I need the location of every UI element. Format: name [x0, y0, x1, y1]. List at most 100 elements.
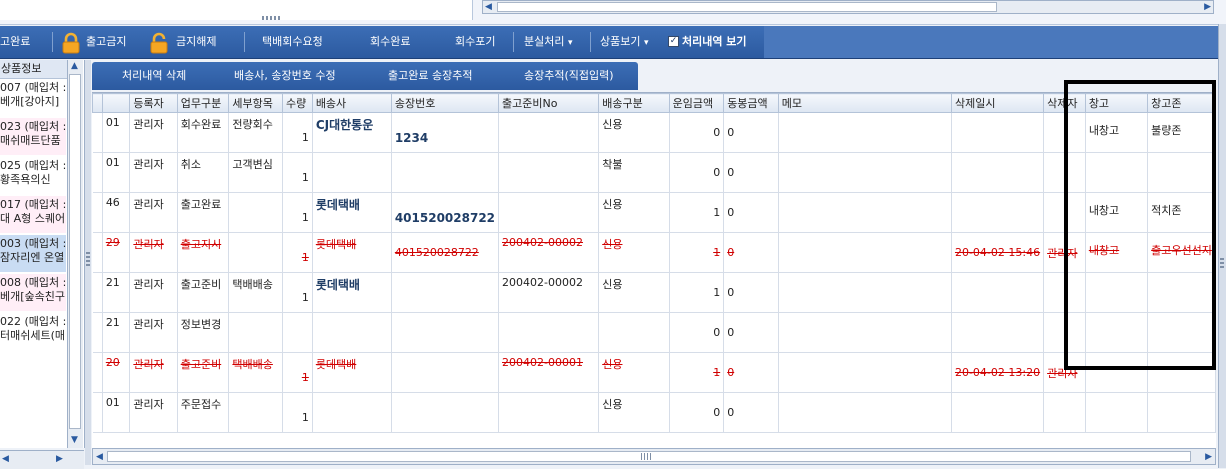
courier-return-request-button[interactable]: 택배회수요청 [262, 26, 323, 58]
row-selector[interactable] [92, 312, 103, 353]
column-header[interactable]: 삭제일시 [950, 93, 1045, 113]
table-cell[interactable] [498, 112, 600, 153]
table-cell[interactable]: 1 [281, 272, 313, 313]
column-header[interactable]: 세부항목 [228, 93, 283, 113]
column-header[interactable]: 배송사 [311, 93, 392, 113]
product-list-item[interactable]: 023 (매입처 : 매쉬매트단품 [0, 118, 66, 156]
grid-horizontal-scrollbar[interactable]: ◀ ▶ [92, 448, 1216, 465]
table-row[interactable]: 01 관리자 주문접수 1 신용 0 0 [92, 392, 1216, 433]
row-selector[interactable] [92, 352, 103, 393]
return-complete-button[interactable]: 회수완료 [370, 26, 410, 58]
table-cell[interactable] [311, 312, 392, 353]
table-cell[interactable] [598, 312, 670, 353]
scroll-down-icon[interactable]: ▼ [71, 434, 78, 446]
table-cell[interactable]: 관리자 [129, 312, 178, 353]
return-abandon-button[interactable]: 회수포기 [455, 26, 495, 58]
row-selector[interactable] [92, 112, 103, 153]
table-cell[interactable] [777, 312, 952, 353]
table-cell[interactable]: 신용 [598, 192, 670, 233]
column-header[interactable]: 배송구분 [598, 93, 670, 113]
table-cell[interactable]: 401520028722 [390, 192, 500, 233]
table-row[interactable]: 01 관리자 취소 고객변심 1 착불 0 0 [92, 152, 1216, 193]
table-cell[interactable] [1147, 392, 1216, 433]
table-cell[interactable] [1043, 112, 1086, 153]
table-cell[interactable]: 200402-00002 [498, 232, 600, 273]
table-cell[interactable]: 1 [281, 112, 313, 153]
table-cell[interactable] [228, 192, 283, 233]
table-cell[interactable]: 0 [668, 312, 725, 353]
table-row[interactable]: 21 관리자 정보변경 0 0 [92, 312, 1216, 353]
table-cell[interactable] [777, 272, 952, 313]
table-cell[interactable]: 200402-00001 [498, 352, 600, 393]
table-cell[interactable] [1043, 192, 1086, 233]
table-cell[interactable]: 불량존 [1147, 112, 1216, 153]
scroll-thumb[interactable] [69, 74, 81, 429]
table-cell[interactable] [281, 312, 313, 353]
table-cell[interactable]: 46 [101, 192, 131, 233]
table-cell[interactable]: 01 [101, 152, 131, 193]
table-cell[interactable]: 롯데택배 [311, 352, 392, 393]
table-cell[interactable] [950, 192, 1045, 233]
table-cell[interactable]: 0 [723, 232, 779, 273]
table-cell[interactable]: 1 [668, 352, 725, 393]
ship-block-button[interactable]: 출고금지 [86, 26, 126, 58]
scroll-left-icon[interactable]: ◀ [96, 451, 103, 463]
table-row[interactable]: 01 관리자 회수완료 전량회수 1 CJ대한통운 1234 신용 0 0 내창고 불량존 [92, 112, 1216, 153]
table-cell[interactable] [228, 312, 283, 353]
table-cell[interactable]: 내창고 [1084, 112, 1149, 153]
table-cell[interactable]: 20 [101, 352, 131, 393]
table-cell[interactable] [390, 312, 500, 353]
unlock-icon[interactable] [148, 32, 170, 54]
table-cell[interactable]: 관리자 [129, 232, 178, 273]
table-cell[interactable]: 20-04-02 15:46 [950, 232, 1045, 273]
table-cell[interactable]: 401520028722 [390, 232, 500, 273]
table-cell[interactable] [498, 312, 600, 353]
scroll-up-icon[interactable]: ▲ [71, 60, 78, 72]
table-cell[interactable]: 주문접수 [176, 392, 230, 433]
table-cell[interactable]: 신용 [598, 392, 670, 433]
right-splitter-grip[interactable] [1220, 258, 1224, 270]
table-cell[interactable]: 1 [281, 192, 313, 233]
right-splitter[interactable] [1218, 24, 1226, 468]
table-cell[interactable]: 고객변심 [228, 152, 283, 193]
scroll-right-icon[interactable]: ▶ [1205, 451, 1212, 463]
table-cell[interactable]: 0 [723, 312, 779, 353]
table-row[interactable]: 20 관리자 출고준비 택배배송 1 롯데택배 200402-00001 신용 1 0 20-04-… [92, 352, 1216, 393]
table-cell[interactable] [311, 392, 392, 433]
table-cell[interactable]: 정보변경 [176, 312, 230, 353]
table-cell[interactable]: 200402-00002 [498, 272, 600, 313]
table-cell[interactable]: 신용 [598, 272, 670, 313]
ship-complete-button[interactable]: 고완료 [0, 26, 30, 58]
table-cell[interactable] [1043, 312, 1086, 353]
column-header[interactable]: 출고준비No [498, 93, 600, 113]
scroll-left-icon[interactable]: ◀ [485, 1, 492, 13]
table-cell[interactable] [311, 152, 392, 193]
table-cell[interactable]: 0 [668, 152, 725, 193]
table-cell[interactable] [1147, 312, 1216, 353]
table-cell[interactable] [1043, 392, 1086, 433]
table-cell[interactable]: 신용 [598, 112, 670, 153]
table-cell[interactable]: 1 [281, 352, 313, 393]
column-header[interactable]: 메모 [777, 93, 952, 113]
product-list-item[interactable]: 025 (매입처 : 황족욕의신 [0, 157, 66, 195]
unblock-button[interactable]: 금지해제 [176, 26, 216, 58]
table-cell[interactable]: 택배배송 [228, 272, 283, 313]
table-cell[interactable]: 1234 [390, 112, 500, 153]
table-cell[interactable]: 관리자 [129, 192, 178, 233]
column-header[interactable]: 삭제자 [1043, 93, 1086, 113]
left-vertical-scrollbar[interactable]: ▲ ▼ [67, 60, 83, 448]
row-selector[interactable] [92, 152, 103, 193]
table-cell[interactable]: 출고완료 [176, 192, 230, 233]
scroll-left-icon[interactable]: ◀ [2, 453, 9, 465]
column-header[interactable] [101, 93, 131, 113]
table-cell[interactable]: 21 [101, 312, 131, 353]
column-header[interactable]: 동봉금액 [723, 93, 779, 113]
table-cell[interactable]: 롯데택배 [311, 192, 392, 233]
table-cell[interactable]: 전량회수 [228, 112, 283, 153]
table-cell[interactable]: 20-04-02 13:20 [950, 352, 1045, 393]
table-cell[interactable]: 회수완료 [176, 112, 230, 153]
table-row[interactable]: 29 관리자 출고지시 1 롯데택배 401520028722 200402-00002 신용… [92, 232, 1216, 273]
column-header[interactable]: 운임금액 [668, 93, 725, 113]
manual-tracking-button[interactable]: 송장추적(직접입력) [524, 62, 614, 90]
table-cell[interactable]: 관리자 [129, 352, 178, 393]
